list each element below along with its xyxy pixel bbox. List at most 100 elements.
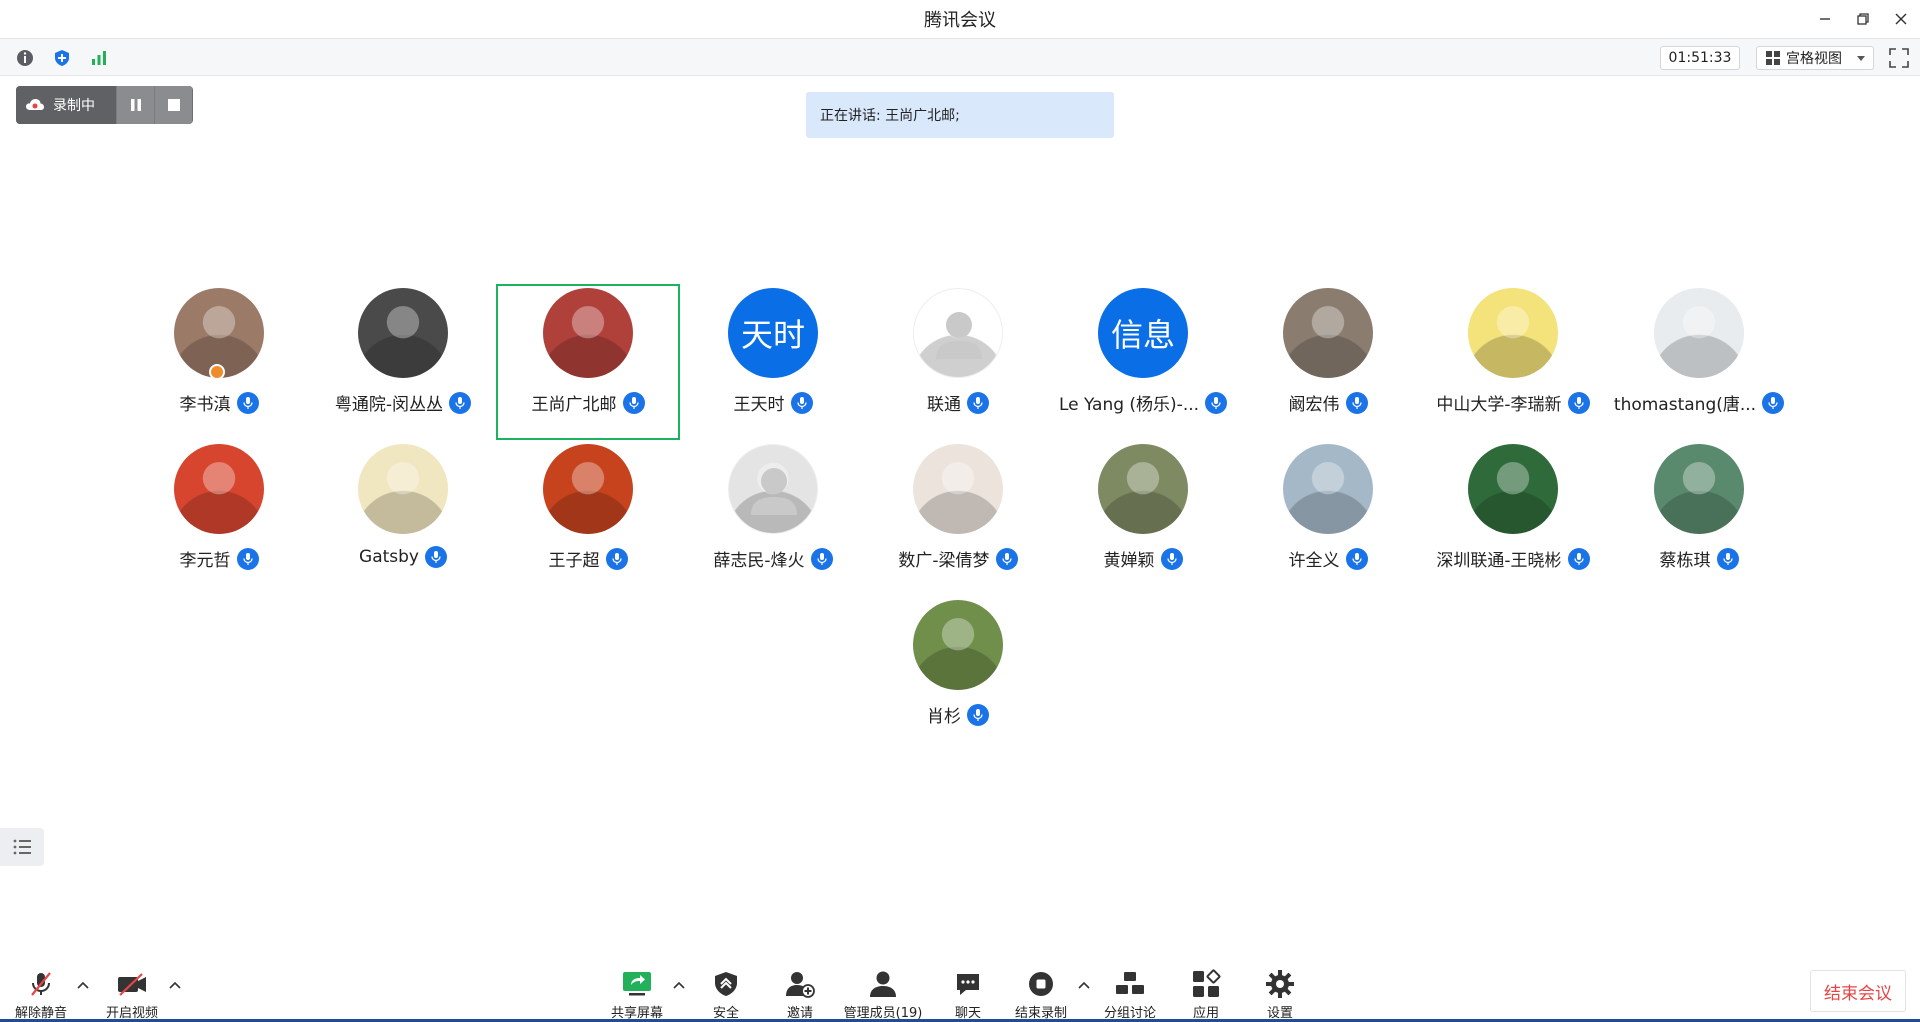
meeting-info-button[interactable] [14,47,36,69]
avatar [913,288,1003,378]
participant-tile[interactable]: 许全义 [1236,440,1420,596]
participant-name-row: Le Yang (杨乐)-... [1051,390,1235,415]
settings-button[interactable]: 设置 [1242,968,1318,1021]
view-mode-label: 宫格视图 [1786,51,1842,67]
fullscreen-button[interactable] [1888,47,1910,69]
shield-icon [55,50,69,66]
recording-indicator: 录制中 [16,86,193,124]
participant-name-row: 李元哲 [127,546,311,571]
breakout-rooms-button[interactable]: 分组讨论 [1092,968,1168,1021]
chevron-down-icon [1857,56,1865,61]
participant-tile[interactable]: 天时王天时 [681,284,865,440]
microphone-icon [967,391,989,414]
share-options-chevron[interactable] [672,978,686,992]
start-video-button[interactable]: 开启视频 [94,968,170,1021]
participant-name: 王尚广北邮 [531,395,617,415]
participant-tile[interactable]: 王子超 [496,440,680,596]
microphone-icon [424,546,447,568]
participant-name-row: 王尚广北邮 [498,390,678,415]
avatar [913,600,1003,690]
avatar: 天时 [728,288,818,378]
participant-name: 薛志民-烽火 [713,551,805,571]
participant-list-toggle[interactable] [0,828,44,866]
participant-name: 肖杉 [927,707,961,727]
participant-name: 王天时 [733,395,785,415]
meeting-window: 腾讯会议 01:51:33 宫格视图 录制中 正在讲话: 王尚广北邮; 李书滇 … [0,0,1920,1022]
avatar [358,288,448,378]
participant-name: 数广-梁倩梦 [898,551,990,571]
window-title: 腾讯会议 [924,10,996,31]
microphone-icon [995,547,1018,570]
participant-name-row: 数广-梁倩梦 [866,546,1050,571]
minimize-button[interactable] [1806,0,1844,38]
participant-name-row: 王天时 [681,390,865,415]
participant-tile[interactable]: 粤通院-闵丛丛 [311,284,495,440]
participant-tile[interactable]: 王尚广北邮 [496,284,680,440]
video-options-chevron[interactable] [168,978,182,992]
chat-button[interactable]: 聊天 [930,968,1006,1021]
avatar [358,444,448,534]
pause-recording-button[interactable] [116,86,154,124]
security-status-button[interactable] [51,47,73,69]
participant-name-row: 黄婵颖 [1051,546,1235,571]
microphone-icon [605,547,628,570]
participant-tile[interactable]: 李书滇 [127,284,311,440]
end-recording-button[interactable]: 结束录制 [1003,968,1079,1021]
pause-icon [130,99,141,111]
participant-tile[interactable]: 李元哲 [127,440,311,596]
microphone-muted-icon [31,972,51,996]
participant-tile[interactable]: 深圳联通-王晓彬 [1421,440,1605,596]
participant-tile[interactable]: 阚宏伟 [1236,284,1420,440]
stop-recording-button[interactable] [154,86,192,124]
microphone-icon [1567,391,1590,414]
fullscreen-icon [1889,48,1909,68]
share-screen-button[interactable]: 共享屏幕 [599,968,675,1021]
participant-name-row: Gatsby [311,546,495,568]
add-user-icon [786,972,815,998]
apps-button[interactable]: 应用 [1168,968,1244,1021]
unmute-button[interactable]: 解除静音 [3,968,79,1021]
participant-name: 许全义 [1288,551,1340,571]
active-speaker-text: 正在讲话: 王尚广北邮; [820,108,960,124]
avatar [1654,444,1744,534]
participant-name-row: 蔡栋琪 [1607,546,1791,571]
chevron-up-icon [169,981,181,989]
participant-tile[interactable]: thomastang(唐... [1607,284,1791,440]
participant-name-row: 联通 [866,390,1050,415]
gear-icon [1266,970,1294,998]
network-status-button[interactable] [88,47,110,69]
grid-view-icon [1766,51,1780,65]
avatar [1098,444,1188,534]
participant-name: Le Yang (杨乐)-... [1058,395,1200,415]
avatar [1468,444,1558,534]
participant-name-row: 王子超 [496,546,680,571]
participant-tile[interactable]: 薛志民-烽火 [681,440,865,596]
participant-tile[interactable]: 肖杉 [866,596,1050,752]
audio-options-chevron[interactable] [76,978,90,992]
top-toolbar: 01:51:33 宫格视图 [0,38,1920,76]
participant-tile[interactable]: 信息 Le Yang (杨乐)-... [1051,284,1235,440]
participant-tile[interactable]: 蔡栋琪 [1607,440,1791,596]
view-mode-select[interactable]: 宫格视图 [1756,46,1874,70]
record-options-chevron[interactable] [1077,978,1091,992]
window-controls [1806,0,1920,38]
end-meeting-button[interactable]: 结束会议 [1810,970,1906,1012]
manage-members-button[interactable]: 管理成员(19) [844,968,922,1021]
participant-tile[interactable]: Gatsby [311,440,495,596]
microphone-icon [236,547,259,570]
participant-tile[interactable]: 黄婵颖 [1051,440,1235,596]
participant-name: 李元哲 [179,551,231,571]
participant-name-row: 阚宏伟 [1236,390,1420,415]
invite-button[interactable]: 邀请 [762,968,838,1021]
avatar [543,444,633,534]
recording-label: 录制中 [53,98,95,114]
participant-name: 中山大学-李瑞新 [1436,395,1562,415]
close-button[interactable] [1882,0,1920,38]
restore-button[interactable] [1844,0,1882,38]
participant-tile[interactable]: 数广-梁倩梦 [866,440,1050,596]
participant-name-row: 肖杉 [866,702,1050,727]
security-button[interactable]: 安全 [688,968,764,1021]
participant-tile[interactable]: 联通 [866,284,1050,440]
active-speaker-banner: 正在讲话: 王尚广北邮; [806,92,1114,138]
participant-tile[interactable]: 中山大学-李瑞新 [1421,284,1605,440]
